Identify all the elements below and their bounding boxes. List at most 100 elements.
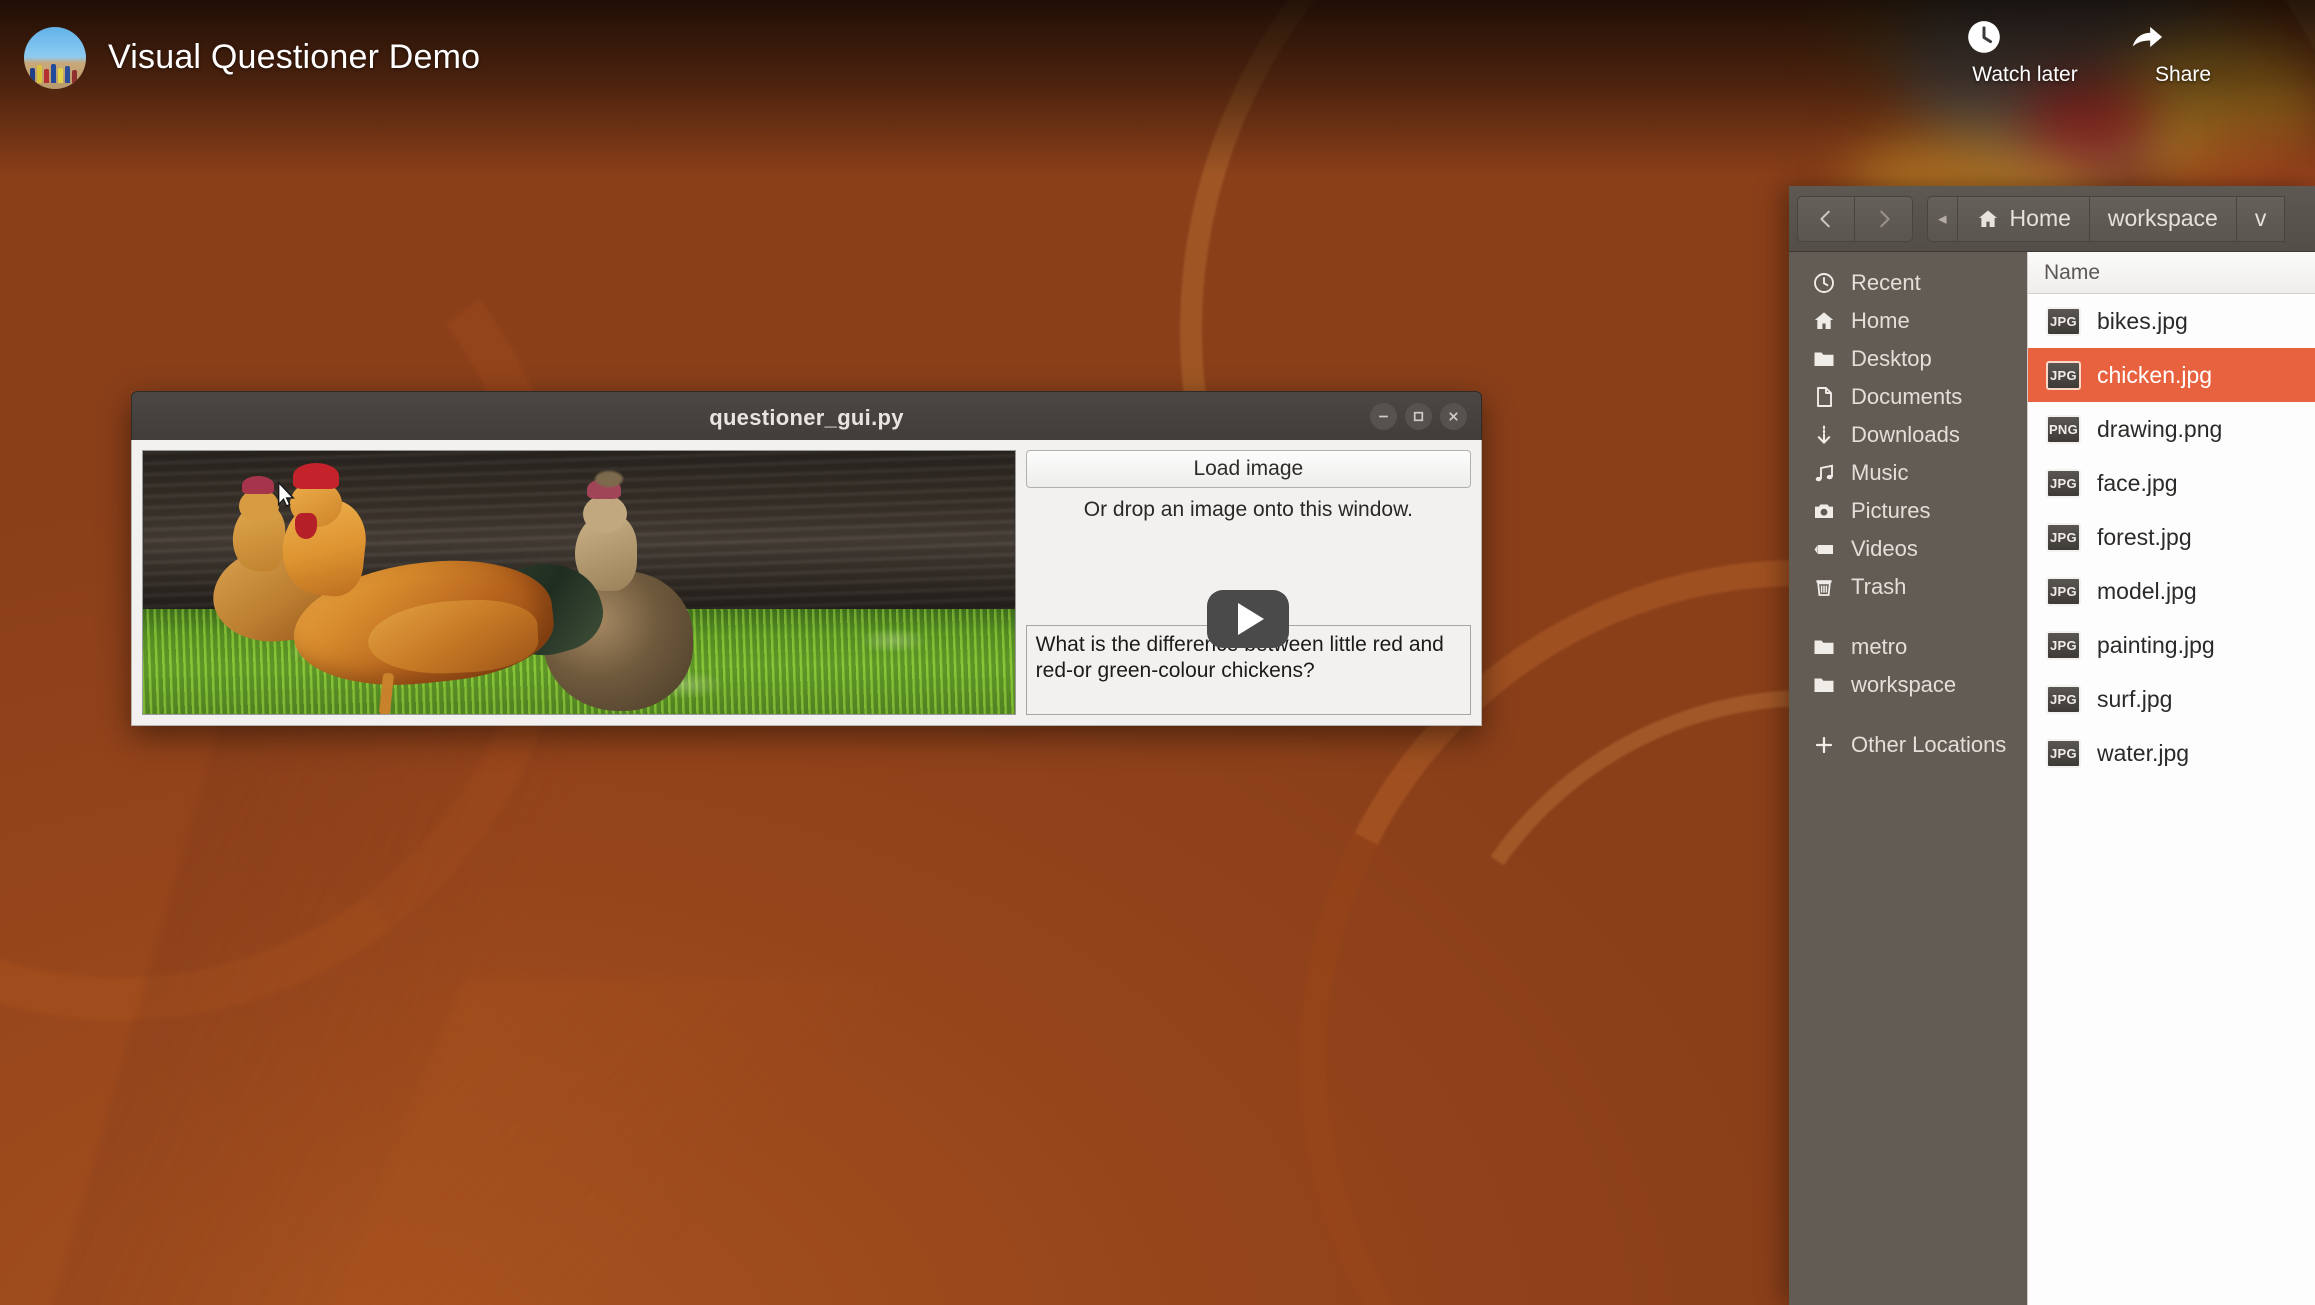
sidebar-label: metro — [1851, 634, 1908, 659]
clock-icon — [1965, 18, 2085, 56]
sidebar-item-home[interactable]: Home — [1789, 302, 2027, 340]
share-button[interactable]: Share — [2128, 18, 2238, 87]
share-label: Share — [2154, 63, 2212, 86]
sidebar-item-recent[interactable]: Recent — [1789, 264, 2027, 302]
sidebar-item-pictures[interactable]: Pictures — [1789, 492, 2027, 530]
file-type-badge: JPG — [2046, 576, 2081, 606]
sidebar-label: Home — [1851, 308, 1910, 333]
table-row[interactable]: JPG painting.jpg — [2028, 618, 2315, 672]
file-name: forest.jpg — [2097, 523, 2192, 550]
maximize-button[interactable] — [1405, 403, 1432, 430]
breadcrumb-item-next[interactable]: v — [2235, 195, 2286, 242]
table-row[interactable]: JPG water.jpg — [2028, 726, 2315, 780]
file-type-badge: JPG — [2046, 306, 2081, 336]
table-row[interactable]: JPG face.jpg — [2028, 456, 2315, 510]
sidebar-item-trash[interactable]: Trash — [1789, 568, 2027, 606]
loaded-image-preview[interactable] — [142, 450, 1016, 715]
breadcrumb-label-workspace: workspace — [2107, 205, 2218, 231]
controls-column: Load image Or drop an image onto this wi… — [1025, 450, 1471, 715]
file-name: painting.jpg — [2097, 631, 2215, 658]
file-type-badge: JPG — [2046, 360, 2081, 390]
folder-icon — [1805, 673, 1843, 697]
window-controls — [1370, 403, 1467, 430]
file-name: drawing.png — [2097, 415, 2223, 442]
sidebar-label: workspace — [1851, 672, 1957, 697]
photo-hen-rear-comb — [242, 476, 274, 494]
close-button[interactable] — [1440, 403, 1467, 430]
file-type-badge: JPG — [2046, 630, 2081, 660]
home-icon — [1805, 309, 1843, 333]
photo-rooster-comb — [293, 463, 339, 489]
window-body: Load image Or drop an image onto this wi… — [131, 440, 1482, 726]
file-type-badge: JPG — [2046, 522, 2081, 552]
forward-button[interactable] — [1855, 195, 1913, 242]
file-name: model.jpg — [2097, 577, 2197, 604]
file-list: Name JPG bikes.jpg JPG chicken.jpg PNG d… — [2027, 252, 2315, 1305]
sidebar-label: Trash — [1851, 574, 1907, 599]
home-icon — [1976, 207, 2000, 231]
sidebar-label: Music — [1851, 460, 1909, 485]
sidebar-label: Desktop — [1851, 346, 1932, 371]
breadcrumb: ◂ Home workspace v — [1927, 195, 2286, 242]
sidebar-label: Documents — [1851, 384, 1963, 409]
sidebar-item-downloads[interactable]: Downloads — [1789, 416, 2027, 454]
sidebar-item-metro[interactable]: metro — [1789, 628, 2027, 666]
questioner-gui-window: questioner_gui.py Load image Or drop an … — [131, 391, 1482, 726]
sidebar-item-other-locations[interactable]: Other Locations — [1789, 726, 2027, 764]
camera-icon — [1805, 499, 1843, 523]
photo-hen-dark-crest — [595, 471, 623, 487]
file-manager-headerbar: ◂ Home workspace v — [1789, 186, 2315, 252]
sidebar-label: Pictures — [1851, 498, 1931, 523]
sidebar-item-desktop[interactable]: Desktop — [1789, 340, 2027, 378]
load-image-button[interactable]: Load image — [1025, 450, 1471, 488]
back-button[interactable] — [1797, 195, 1855, 242]
avatar-runners — [24, 57, 86, 83]
sidebar-item-workspace[interactable]: workspace — [1789, 666, 2027, 704]
photo-hen-rear-head — [239, 489, 279, 523]
table-row[interactable]: JPG bikes.jpg — [2028, 294, 2315, 348]
file-type-badge: PNG — [2046, 414, 2081, 444]
minimize-button[interactable] — [1370, 403, 1397, 430]
column-header-name[interactable]: Name — [2028, 252, 2315, 294]
video-top-bar: Visual Questioner Demo Watch later Share — [0, 0, 2315, 175]
watch-later-button[interactable]: Watch later — [1965, 18, 2085, 87]
video-title: Visual Questioner Demo — [108, 38, 481, 76]
file-manager-window: ◂ Home workspace v Recent Home Desktop D… — [1789, 186, 2315, 1305]
photo-hen-dark-head — [583, 495, 627, 533]
document-icon — [1805, 385, 1843, 409]
file-type-badge: JPG — [2046, 738, 2081, 768]
sidebar-item-documents[interactable]: Documents — [1789, 378, 2027, 416]
sidebar-item-videos[interactable]: Videos — [1789, 530, 2027, 568]
table-row[interactable]: PNG drawing.png — [2028, 402, 2315, 456]
mouse-pointer-icon — [277, 481, 295, 509]
photo-rooster-wattle — [295, 513, 317, 539]
file-manager-main: Recent Home Desktop Documents Downloads … — [1789, 252, 2315, 1305]
breadcrumb-item-home[interactable]: Home — [1956, 195, 2089, 242]
table-row[interactable]: JPG model.jpg — [2028, 564, 2315, 618]
breadcrumb-item-workspace[interactable]: workspace — [2088, 195, 2236, 242]
sidebar-label: Downloads — [1851, 422, 1960, 447]
share-arrow-icon — [2128, 18, 2238, 56]
sidebar-divider-2 — [1789, 704, 2027, 726]
table-row[interactable]: JPG forest.jpg — [2028, 510, 2315, 564]
table-row[interactable]: JPG chicken.jpg — [2028, 348, 2315, 402]
places-sidebar: Recent Home Desktop Documents Downloads … — [1789, 252, 2027, 1305]
window-titlebar[interactable]: questioner_gui.py — [131, 391, 1482, 440]
trash-icon — [1805, 575, 1843, 599]
file-name: bikes.jpg — [2097, 307, 2188, 334]
youtube-play-icon[interactable] — [1207, 590, 1290, 648]
file-name: face.jpg — [2097, 469, 2178, 496]
download-icon — [1805, 423, 1843, 447]
file-name: surf.jpg — [2097, 685, 2173, 712]
sidebar-label: Other Locations — [1851, 732, 2007, 757]
breadcrumb-label-home: Home — [2009, 205, 2071, 231]
table-row[interactable]: JPG surf.jpg — [2028, 672, 2315, 726]
file-name: chicken.jpg — [2097, 361, 2213, 388]
channel-avatar[interactable] — [24, 27, 86, 89]
breadcrumb-overflow-button[interactable]: ◂ — [1927, 195, 1957, 242]
sidebar-item-music[interactable]: Music — [1789, 454, 2027, 492]
breadcrumb-label-next: v — [2254, 205, 2267, 231]
music-note-icon — [1805, 461, 1843, 485]
breadcrumb-overflow-icon: ◂ — [1938, 208, 1947, 228]
file-type-badge: JPG — [2046, 684, 2081, 714]
